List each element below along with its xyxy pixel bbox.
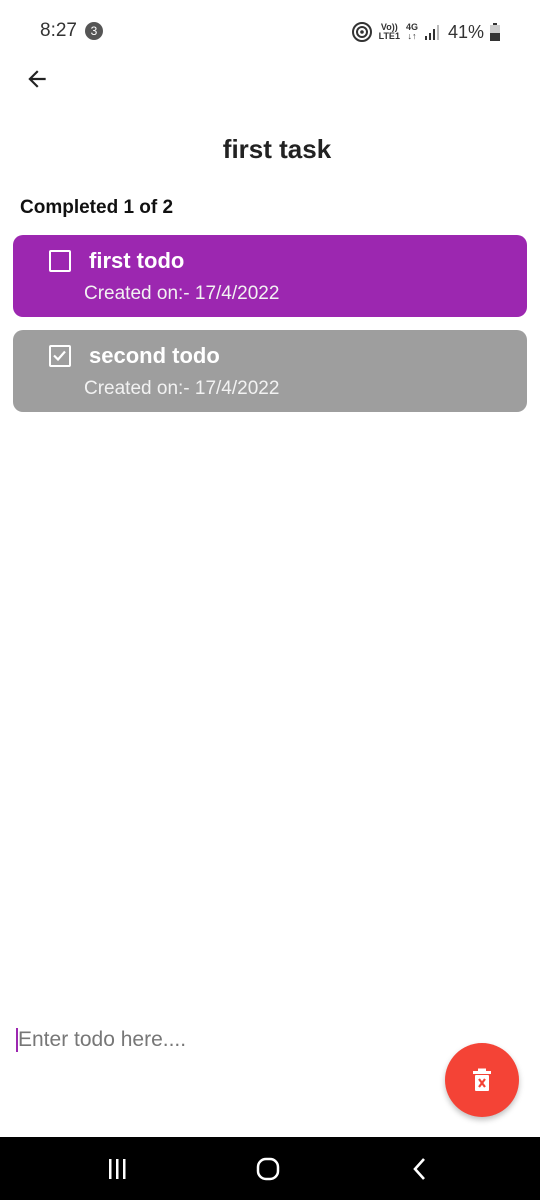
todo-item[interactable]: first todo Created on:- 17/4/2022 — [13, 235, 527, 317]
system-nav-bar — [0, 1137, 540, 1200]
battery-icon — [490, 23, 500, 41]
status-time: 8:27 — [40, 20, 77, 41]
page-title: first task — [222, 134, 332, 164]
todo-item[interactable]: second todo Created on:- 17/4/2022 — [13, 330, 527, 412]
completed-summary: Completed 1 of 2 — [20, 197, 174, 218]
arrow-left-icon — [28, 70, 46, 88]
todo-title: second todo — [89, 343, 220, 368]
todo-checkbox[interactable] — [49, 345, 71, 367]
delete-button[interactable] — [445, 1043, 519, 1117]
home-button[interactable] — [248, 1155, 288, 1183]
volte-icon: Vo)) LTE1 — [379, 23, 400, 41]
todo-checkbox[interactable] — [49, 250, 71, 272]
delete-icon — [473, 1068, 491, 1091]
recent-apps-button[interactable] — [97, 1155, 137, 1183]
todo-created-date: Created on:- 17/4/2022 — [84, 378, 280, 399]
battery-percent: 41% — [447, 21, 484, 42]
todo-input[interactable] — [14, 1022, 414, 1058]
network-type-icon: 4G ↓↑ — [406, 23, 418, 41]
status-icons: Vo)) LTE1 4G ↓↑ 41% — [351, 20, 500, 44]
status-bar: 8:27 3 Vo)) LTE1 4G ↓↑ 41% — [0, 0, 540, 62]
back-button[interactable] — [22, 64, 52, 94]
hotspot-icon — [351, 22, 372, 42]
recent-apps-icon — [109, 1159, 126, 1179]
check-icon — [53, 350, 66, 362]
todo-title: first todo — [89, 248, 185, 273]
signal-icon — [424, 25, 439, 40]
network-arrows-label: ↓↑ — [407, 31, 417, 41]
todo-created-date: Created on:- 17/4/2022 — [84, 283, 280, 304]
back-nav-button[interactable] — [400, 1155, 440, 1183]
volte-bottom-label: LTE1 — [378, 31, 400, 41]
text-cursor — [16, 1028, 18, 1052]
home-icon — [256, 1157, 280, 1181]
back-nav-icon — [413, 1158, 425, 1180]
notification-count-badge: 3 — [85, 22, 103, 40]
